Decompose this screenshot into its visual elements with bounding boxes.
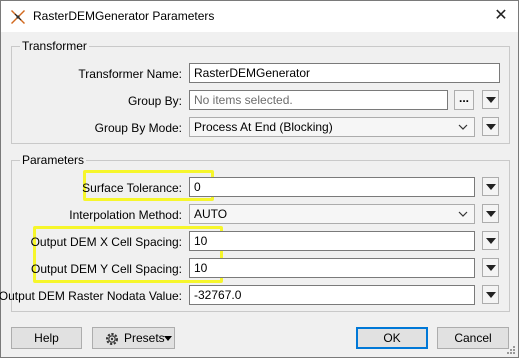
surface-tolerance-menu-button[interactable] xyxy=(482,177,499,196)
chevron-down-icon xyxy=(458,124,468,130)
dropdown-triangle-icon xyxy=(486,124,496,130)
dropdown-triangle-icon xyxy=(486,184,496,190)
resize-grip-icon[interactable] xyxy=(506,345,516,355)
ok-button[interactable]: OK xyxy=(356,327,428,349)
group-by-mode-value: Process At End (Blocking) xyxy=(194,120,333,134)
group-by-ellipsis-button[interactable]: ... xyxy=(454,90,474,110)
cancel-button[interactable]: Cancel xyxy=(437,327,509,349)
window-title: RasterDEMGenerator Parameters xyxy=(33,9,215,23)
help-button[interactable]: Help xyxy=(11,327,82,349)
interpolation-method-menu-button[interactable] xyxy=(482,204,499,223)
caret-down-icon xyxy=(164,336,172,341)
dropdown-triangle-icon xyxy=(486,97,496,103)
y-cell-spacing-menu-button[interactable] xyxy=(482,258,499,277)
parameters-legend: Parameters xyxy=(20,153,87,167)
interpolation-method-value: AUTO xyxy=(194,207,228,221)
fme-app-icon xyxy=(11,10,25,24)
x-cell-spacing-menu-button[interactable] xyxy=(482,231,499,250)
dropdown-triangle-icon xyxy=(486,265,496,271)
x-cell-spacing-label: Output DEM X Cell Spacing: xyxy=(30,235,182,249)
gear-icon xyxy=(106,333,118,345)
x-cell-spacing-input[interactable]: 10 xyxy=(189,231,475,251)
title-bar: RasterDEMGenerator Parameters ✕ xyxy=(1,1,518,32)
presets-label: Presets xyxy=(124,331,165,345)
dropdown-triangle-icon xyxy=(486,238,496,244)
nodata-value-menu-button[interactable] xyxy=(482,285,499,304)
parameters-dialog: RasterDEMGenerator Parameters ✕ Transfor… xyxy=(0,0,519,358)
group-by-input[interactable]: No items selected. xyxy=(189,90,448,110)
group-by-menu-button[interactable] xyxy=(482,90,499,109)
group-by-mode-label: Group By Mode: xyxy=(94,121,182,135)
group-by-mode-select[interactable]: Process At End (Blocking) xyxy=(189,117,475,137)
transformer-name-label: Transformer Name: xyxy=(78,67,182,81)
dropdown-triangle-icon xyxy=(486,292,496,298)
transformer-legend: Transformer xyxy=(20,39,89,53)
interpolation-method-label: Interpolation Method: xyxy=(69,208,182,222)
group-by-mode-menu-button[interactable] xyxy=(482,117,499,136)
dropdown-triangle-icon xyxy=(486,211,496,217)
nodata-value-input[interactable]: -32767.0 xyxy=(189,285,475,305)
chevron-down-icon xyxy=(458,211,468,217)
close-icon: ✕ xyxy=(494,7,508,24)
close-button[interactable]: ✕ xyxy=(487,4,515,28)
y-cell-spacing-input[interactable]: 10 xyxy=(189,258,475,278)
presets-button[interactable]: Presets xyxy=(92,327,175,349)
surface-tolerance-label: Surface Tolerance: xyxy=(82,181,182,195)
transformer-name-input[interactable]: RasterDEMGenerator xyxy=(189,63,500,83)
surface-tolerance-input[interactable]: 0 xyxy=(189,177,475,197)
group-by-label: Group By: xyxy=(127,94,182,108)
y-cell-spacing-label: Output DEM Y Cell Spacing: xyxy=(31,262,182,276)
interpolation-method-select[interactable]: AUTO xyxy=(189,204,475,224)
nodata-value-label: Output DEM Raster Nodata Value: xyxy=(0,289,182,303)
